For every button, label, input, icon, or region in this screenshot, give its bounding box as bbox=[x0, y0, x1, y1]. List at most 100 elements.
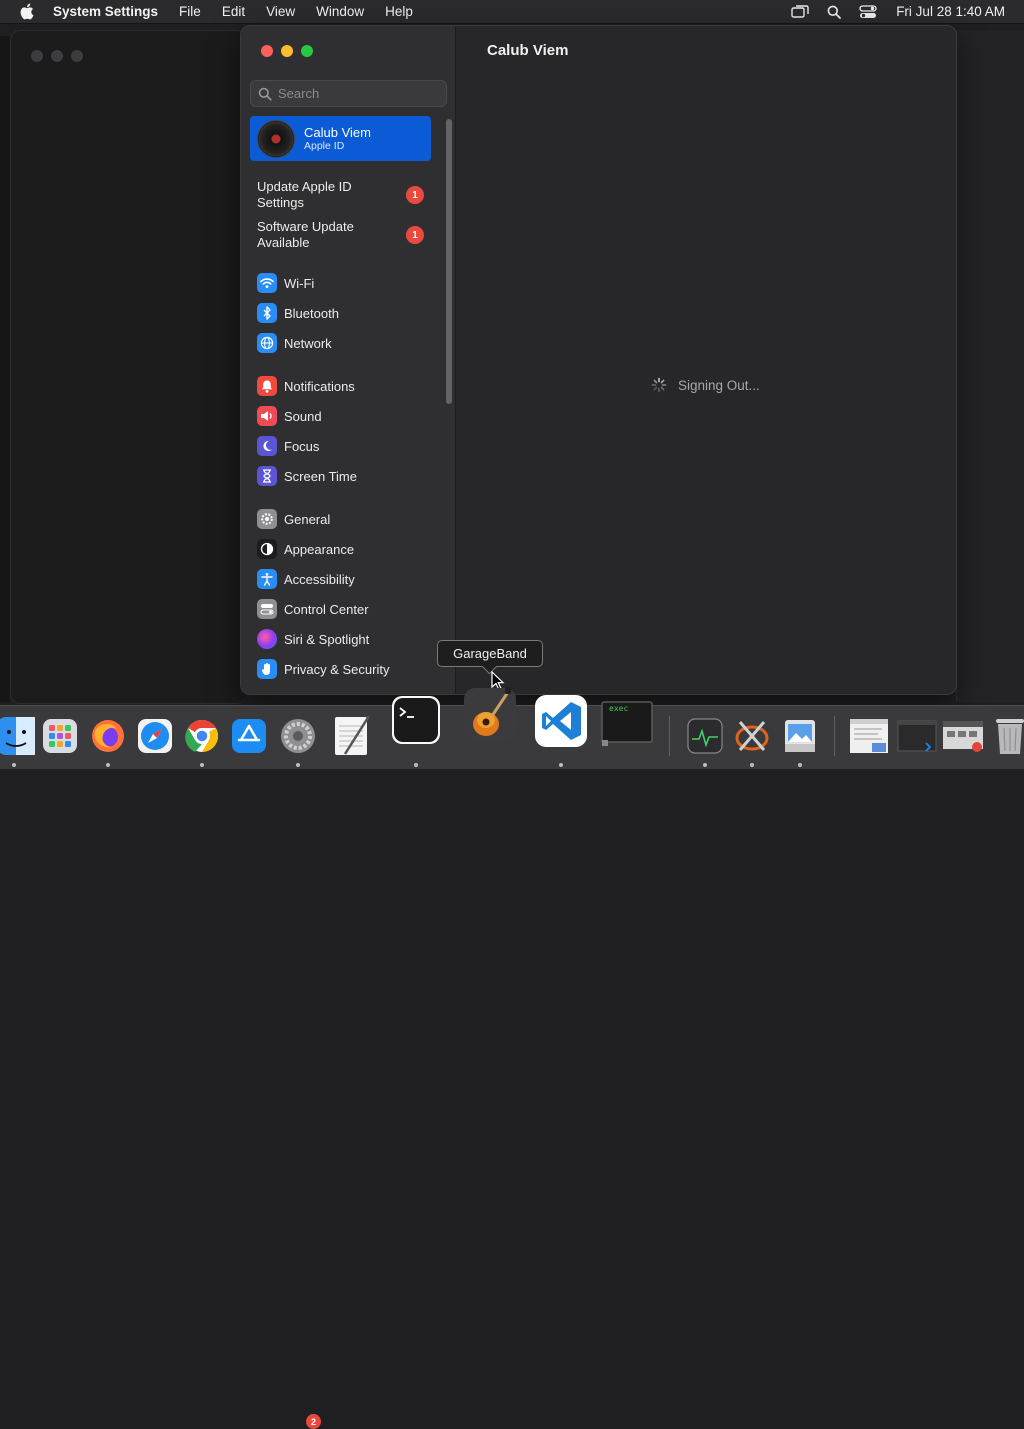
control-center-icon[interactable] bbox=[858, 4, 878, 20]
dock-safari[interactable] bbox=[133, 714, 177, 758]
menu-file[interactable]: File bbox=[179, 4, 201, 19]
sidebar-item-label: Network bbox=[284, 335, 332, 351]
bell-icon bbox=[257, 376, 277, 396]
page-title: Calub Viem bbox=[487, 42, 569, 59]
sidebar-item-label: Screen Time bbox=[284, 468, 357, 484]
dock-exec-console[interactable]: exec bbox=[600, 700, 654, 748]
dock-minimized-window[interactable] bbox=[895, 714, 939, 758]
firefox-icon bbox=[92, 720, 124, 752]
minimize-button[interactable] bbox=[281, 45, 293, 57]
system-settings-icon bbox=[281, 719, 315, 753]
hand-icon bbox=[257, 659, 277, 679]
window-controls bbox=[261, 45, 313, 57]
sidebar-item-label: Control Center bbox=[284, 601, 369, 617]
zoom-button[interactable] bbox=[301, 45, 313, 57]
accessibility-icon bbox=[257, 569, 277, 589]
dock-firefox[interactable] bbox=[86, 714, 130, 758]
system-settings-window: Calub Viem Apple ID Update Apple ID Sett… bbox=[240, 25, 957, 695]
gear-icon bbox=[257, 509, 277, 529]
dock-finder[interactable] bbox=[0, 714, 38, 758]
bluetooth-icon bbox=[257, 303, 277, 323]
dock-tooltip: GarageBand bbox=[437, 640, 543, 667]
dock-garageband[interactable] bbox=[462, 684, 518, 744]
dock-separator bbox=[669, 716, 670, 756]
sidebar-item-network[interactable]: Network bbox=[257, 332, 332, 354]
status-text: Signing Out... bbox=[678, 378, 760, 393]
activity-monitor-icon bbox=[687, 718, 723, 754]
apple-menu-icon[interactable] bbox=[17, 3, 35, 21]
sidebar-item-bluetooth[interactable]: Bluetooth bbox=[257, 302, 339, 324]
app-store-icon bbox=[232, 719, 266, 753]
dock-app-store[interactable] bbox=[227, 714, 271, 758]
running-indicator bbox=[200, 763, 204, 767]
account-subtitle: Apple ID bbox=[304, 139, 345, 152]
vscode-icon bbox=[535, 695, 587, 747]
sidebar-item-privacy-security[interactable]: Privacy & Security bbox=[257, 658, 389, 680]
dock-launchpad[interactable] bbox=[38, 714, 82, 758]
sidebar: Calub Viem Apple ID Update Apple ID Sett… bbox=[241, 26, 456, 694]
menu-edit[interactable]: Edit bbox=[222, 4, 245, 19]
sidebar-item-sound[interactable]: Sound bbox=[257, 405, 322, 427]
menu-bar: System Settings File Edit View Window He… bbox=[0, 0, 1024, 24]
window-thumbnail-icon bbox=[943, 721, 983, 752]
dock-x11-tool[interactable] bbox=[730, 714, 774, 758]
dock-terminal[interactable] bbox=[390, 694, 442, 746]
sidebar-item-general[interactable]: General bbox=[257, 508, 330, 530]
dock-textedit[interactable] bbox=[330, 714, 374, 758]
sidebar-item-appearance[interactable]: Appearance bbox=[257, 538, 354, 560]
x11-icon bbox=[735, 721, 769, 751]
sidebar-item-label: Wi-Fi bbox=[284, 275, 315, 291]
running-indicator bbox=[750, 763, 754, 767]
hourglass-icon bbox=[257, 466, 277, 486]
menu-clock[interactable]: Fri Jul 28 1:40 AM bbox=[896, 4, 1005, 19]
search-field[interactable] bbox=[250, 80, 447, 107]
preview-icon bbox=[785, 720, 815, 752]
sidebar-item-label: Focus bbox=[284, 438, 320, 454]
close-button[interactable] bbox=[261, 45, 273, 57]
terminal-icon bbox=[392, 696, 440, 744]
sidebar-item-accessibility[interactable]: Accessibility bbox=[257, 568, 355, 590]
dock-system-settings[interactable] bbox=[276, 714, 320, 758]
sidebar-item-focus[interactable]: Focus bbox=[257, 435, 319, 457]
sidebar-scrollbar[interactable] bbox=[446, 119, 452, 404]
menu-view[interactable]: View bbox=[266, 4, 295, 19]
sidebar-item-label: Appearance bbox=[284, 541, 355, 557]
dock-minimized-window[interactable] bbox=[941, 714, 985, 758]
running-indicator bbox=[559, 763, 563, 767]
menu-app-name[interactable]: System Settings bbox=[53, 4, 158, 19]
sidebar-item-notifications[interactable]: Notifications bbox=[257, 375, 355, 397]
background-window-right[interactable] bbox=[956, 30, 1024, 702]
screen-mirroring-icon[interactable] bbox=[790, 4, 810, 20]
sidebar-item-apple-id[interactable]: Calub Viem Apple ID bbox=[250, 116, 431, 161]
dock-minimized-window[interactable] bbox=[847, 714, 891, 758]
running-indicator bbox=[12, 763, 16, 767]
sidebar-item-label: Notifications bbox=[284, 378, 355, 394]
running-indicator bbox=[296, 763, 300, 767]
dock-activity-monitor[interactable] bbox=[683, 714, 727, 758]
account-name: Calub Viem bbox=[304, 124, 371, 140]
sidebar-item-siri-spotlight[interactable]: Siri & Spotlight bbox=[257, 628, 369, 650]
search-input[interactable] bbox=[278, 86, 438, 101]
spotlight-search-icon[interactable] bbox=[824, 4, 844, 20]
trash-icon bbox=[996, 719, 1024, 754]
background-window-controls bbox=[31, 50, 83, 62]
background-window[interactable] bbox=[10, 30, 246, 704]
launchpad-icon bbox=[43, 719, 77, 753]
dock-preview[interactable] bbox=[778, 714, 822, 758]
dock-trash[interactable] bbox=[988, 714, 1024, 758]
menu-window[interactable]: Window bbox=[316, 4, 364, 19]
dock-vscode[interactable] bbox=[534, 694, 588, 748]
exec-label: exec bbox=[609, 704, 629, 713]
dock-chrome[interactable] bbox=[180, 714, 224, 758]
menu-help[interactable]: Help bbox=[385, 4, 413, 19]
sidebar-item-label: General bbox=[284, 511, 331, 527]
dock: 2 exec bbox=[0, 687, 1024, 1429]
window-thumbnail-icon bbox=[850, 719, 888, 753]
sidebar-item-wifi[interactable]: Wi-Fi bbox=[257, 272, 314, 294]
sidebar-item-label: Accessibility bbox=[284, 571, 355, 587]
sidebar-item-control-center[interactable]: Control Center bbox=[257, 598, 369, 620]
wifi-icon bbox=[257, 273, 277, 293]
notification-badge: 1 bbox=[406, 186, 424, 204]
running-indicator bbox=[798, 763, 802, 767]
sidebar-item-screen-time[interactable]: Screen Time bbox=[257, 465, 357, 487]
